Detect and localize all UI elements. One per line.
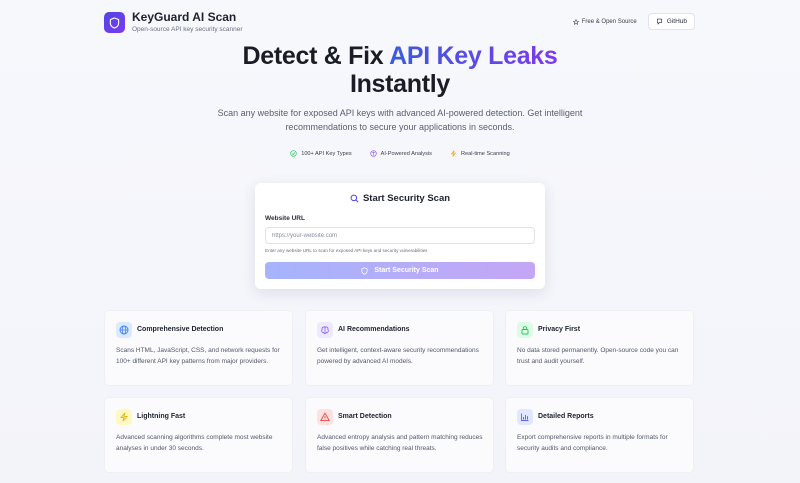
bar-chart-icon <box>517 409 533 425</box>
feature-description: No data stored permanently. Open-source … <box>517 347 679 365</box>
feature-title: AI Recommendations <box>338 326 410 333</box>
hero-title: Detect & Fix API Key Leaks Instantly <box>0 42 800 98</box>
feature-card-detailed-reports: Detailed Reports Export comprehensive re… <box>505 397 694 473</box>
open-source-badge: Free & Open Source <box>572 18 637 25</box>
shield-icon <box>361 266 368 275</box>
feature-card-ai-recommendations: AI Recommendations Get intelligent, cont… <box>305 310 494 386</box>
pill-realtime: Real-time Scanning <box>450 150 510 157</box>
feature-title: Privacy First <box>538 326 581 333</box>
header: KeyGuard AI Scan Open-source API key sec… <box>0 0 800 44</box>
bolt-icon <box>450 150 457 157</box>
feature-card-lightning-fast: Lightning Fast Advanced scanning algorit… <box>104 397 293 473</box>
brand-subtitle: Open-source API key security scanner <box>132 26 243 33</box>
globe-icon <box>116 322 132 338</box>
feature-description: Get intelligent, context-aware security … <box>317 347 479 365</box>
feature-title: Detailed Reports <box>538 413 594 420</box>
pill-label: AI-Powered Analysis <box>380 150 432 157</box>
hero-title-part1: Detect & Fix <box>242 42 390 70</box>
feature-card-smart-detection: Smart Detection Advanced entropy analysi… <box>305 397 494 473</box>
feature-description: Export comprehensive reports in multiple… <box>517 434 668 452</box>
scan-card-title: Start Security Scan <box>255 193 545 204</box>
pill-api-key-types: 100+ API Key Types <box>290 150 352 157</box>
url-help-text: Enter any website URL to scan for expose… <box>265 248 428 253</box>
brain-icon <box>317 322 333 338</box>
url-input[interactable] <box>265 227 535 244</box>
bolt-icon <box>116 409 132 425</box>
github-label: GitHub <box>666 18 687 25</box>
feature-title: Smart Detection <box>338 413 392 420</box>
feature-card-comprehensive-detection: Comprehensive Detection Scans HTML, Java… <box>104 310 293 386</box>
lock-icon <box>517 322 533 338</box>
hero-title-line2: Instantly <box>349 70 451 98</box>
warning-icon <box>317 409 333 425</box>
brand[interactable]: KeyGuard AI Scan Open-source API key sec… <box>104 11 243 34</box>
search-icon <box>350 194 359 203</box>
github-icon <box>656 18 662 25</box>
feature-pills: 100+ API Key Types AI-Powered Analysis R… <box>0 150 800 157</box>
feature-description: Advanced scanning algorithms complete mo… <box>116 434 273 452</box>
hero-title-accent: API Key Leaks <box>389 42 558 70</box>
github-button[interactable]: GitHub <box>647 13 695 30</box>
feature-card-privacy-first: Privacy First No data stored permanently… <box>505 310 694 386</box>
scan-card: Start Security Scan Website URL Enter an… <box>255 183 545 289</box>
open-source-label: Free & Open Source <box>581 18 637 25</box>
pill-label: 100+ API Key Types <box>301 150 352 157</box>
start-scan-button[interactable]: Start Security Scan <box>265 262 535 279</box>
pill-label: Real-time Scanning <box>460 150 510 157</box>
brain-icon <box>369 150 377 157</box>
hero-description: Scan any website for exposed API keys wi… <box>217 108 583 132</box>
check-circle-icon <box>290 150 297 157</box>
brand-title: KeyGuard AI Scan <box>132 10 237 24</box>
url-label: Website URL <box>265 215 305 222</box>
shield-logo-icon <box>104 12 125 33</box>
feature-description: Scans HTML, JavaScript, CSS, and network… <box>116 347 280 365</box>
scan-title-text: Start Security Scan <box>362 193 451 204</box>
feature-title: Comprehensive Detection <box>137 326 224 333</box>
star-icon <box>572 18 579 25</box>
feature-title: Lightning Fast <box>137 413 186 420</box>
start-scan-label: Start Security Scan <box>374 267 439 274</box>
pill-ai-analysis: AI-Powered Analysis <box>369 150 432 157</box>
feature-description: Advanced entropy analysis and pattern ma… <box>317 434 483 452</box>
